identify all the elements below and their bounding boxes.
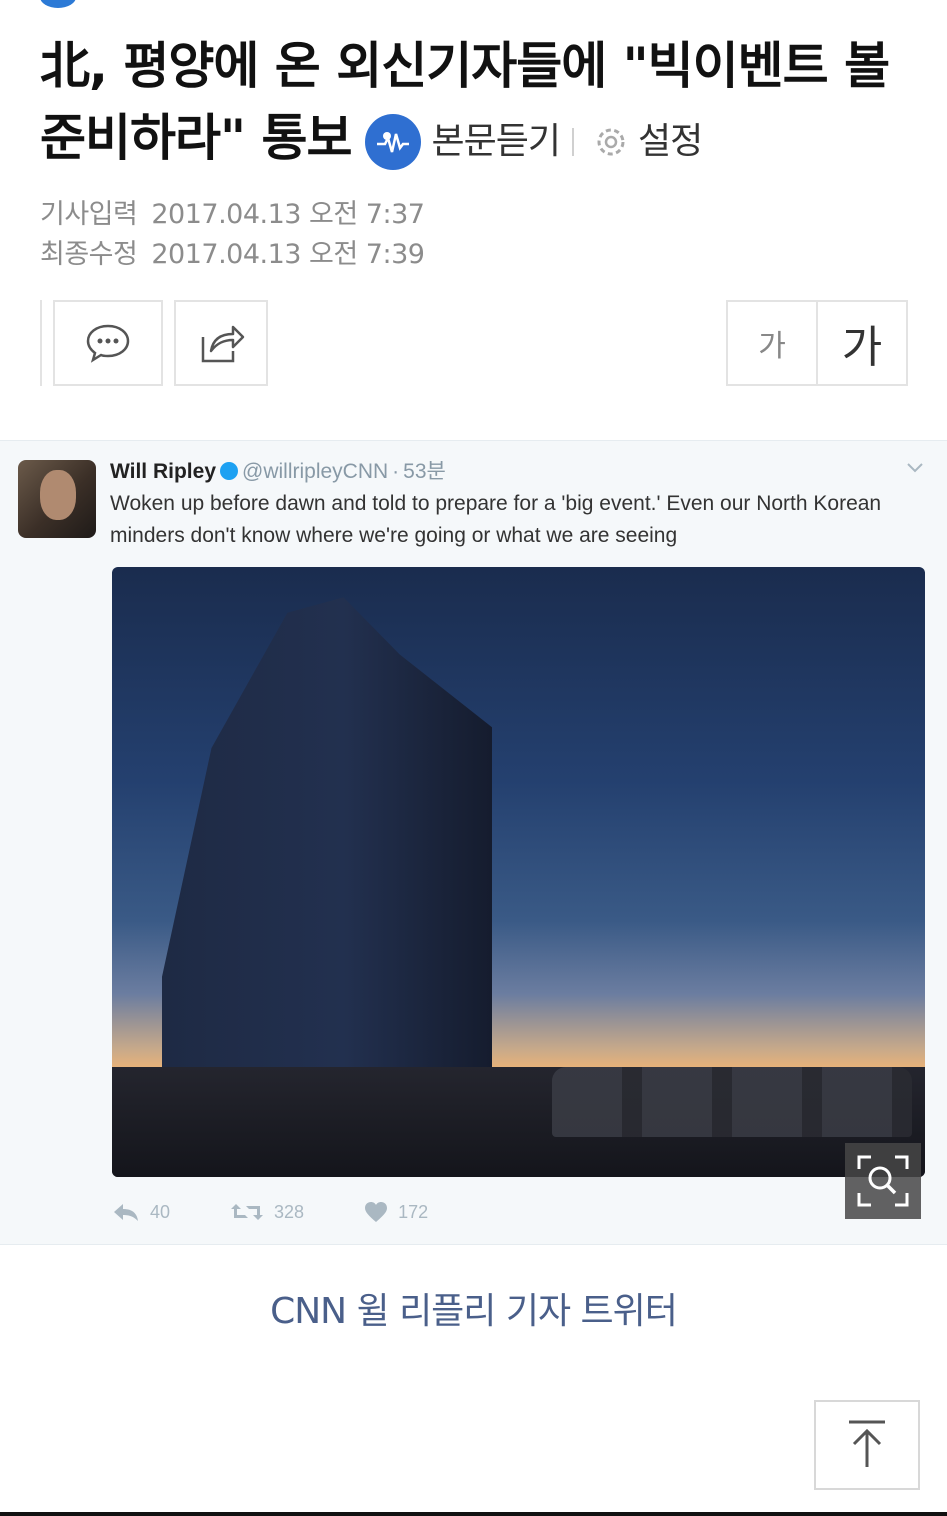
like-action[interactable]: 172 [364,1201,428,1223]
heart-icon [365,1202,388,1222]
tweet-time[interactable]: 53분 [403,460,446,483]
tweet-photo[interactable] [112,567,925,1177]
modified-info: 최종수정 2017.04.13 오전 7:39 [40,232,425,271]
reply-icon [114,1204,138,1221]
settings-button[interactable]: 설정 [638,106,703,178]
zoom-image-button[interactable] [845,1143,921,1219]
tool-divider [571,127,574,156]
tweet-author-name[interactable]: Will Ripley [110,460,216,483]
photo-cars [552,1067,912,1137]
published-date: 2017.04.13 오전 7:37 [151,199,425,230]
gear-icon[interactable] [592,123,630,161]
article-header: 北, 평양에 온 외신기자들에 "빅이벤트 볼 준비하라" 통보 본문듣기 설정 [40,30,920,178]
photo-building [162,597,492,1112]
tweet-actions: 40 328 172 [112,1198,488,1226]
text-to-speech-icon[interactable] [365,113,422,170]
modified-label: 최종수정 [40,239,138,270]
toolbar-divider [40,300,42,386]
font-decrease-button[interactable]: 가 [728,302,818,384]
retweet-count: 328 [274,1201,305,1222]
verified-badge-icon [220,462,238,480]
magnifier-icon [857,1155,909,1207]
tweet-separator: · [392,460,400,483]
speech-bubble-icon [86,324,130,363]
bottom-edge [0,1512,947,1516]
avatar[interactable] [18,460,96,538]
tweet-text: Woken up before dawn and told to prepare… [110,492,882,547]
font-increase-button[interactable]: 가 [818,302,906,384]
published-label: 기사입력 [40,199,138,230]
like-count: 172 [398,1201,429,1222]
font-size-controls: 가 가 [726,300,908,386]
top-logo-fragment [40,0,76,8]
comment-button[interactable] [53,300,163,386]
retweet-action[interactable]: 328 [230,1202,304,1223]
chevron-down-icon[interactable] [905,458,925,478]
published-info: 기사입력 2017.04.13 오전 7:37 [40,192,425,231]
scroll-to-top-button[interactable] [814,1400,920,1490]
title-tools: 본문듣기 설정 [365,106,703,178]
modified-date: 2017.04.13 오전 7:39 [151,239,425,270]
image-caption: CNN 윌 리플리 기자 트위터 [270,1291,678,1332]
share-button[interactable] [174,300,268,386]
arrow-up-icon [849,1420,885,1467]
reply-action[interactable]: 40 [112,1202,170,1223]
share-icon [201,325,245,363]
listen-button[interactable]: 본문듣기 [431,106,560,178]
retweet-icon [231,1204,264,1220]
tweet-handle[interactable]: @willripleyCNN [242,460,388,483]
tweet-header: Will Ripley @willripleyCNN · 53분 [110,455,446,485]
reply-count: 40 [150,1201,171,1222]
